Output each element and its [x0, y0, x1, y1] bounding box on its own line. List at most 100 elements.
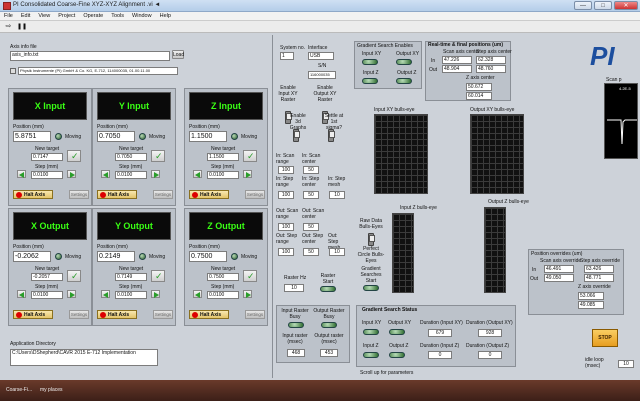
gse-output-xy-toggle[interactable] — [396, 59, 412, 65]
menu-file[interactable]: File — [0, 12, 17, 19]
step-left-arrow-icon[interactable] — [193, 290, 202, 298]
step-left-arrow-icon[interactable] — [101, 290, 110, 298]
out-step-range-field[interactable]: 100 — [278, 248, 294, 256]
dur-output-xy-label: Duration (Output XY) — [466, 320, 513, 326]
settings-button[interactable]: Settings — [69, 190, 89, 199]
step-right-arrow-icon[interactable] — [67, 290, 76, 298]
out-scan-center-field[interactable]: 50 — [303, 223, 319, 231]
idle-loop-field[interactable]: 10 — [618, 360, 634, 368]
step-field[interactable]: 0.0100 — [115, 171, 147, 179]
out-step-mesh-field[interactable]: 10 — [329, 248, 345, 256]
new-target-field[interactable]: 1.1500 — [207, 153, 239, 161]
step-field[interactable]: 0.0100 — [31, 171, 63, 179]
ov-scan-label: Scan axis override — [540, 258, 582, 264]
step-left-arrow-icon[interactable] — [101, 170, 110, 178]
ov-in-scan-field[interactable]: 46.491 — [544, 265, 574, 273]
maximize-button[interactable]: □ — [594, 1, 612, 10]
go-to-target-check-icon[interactable] — [243, 150, 257, 162]
dur-input-xy-label: Duration (Input XY) — [420, 320, 463, 326]
raster-hz-field[interactable]: 10 — [284, 284, 304, 292]
in-step-center-field[interactable]: 50 — [303, 191, 319, 199]
ov-out-scan-field[interactable]: 49.050 — [544, 274, 574, 282]
menu-project[interactable]: Project — [54, 12, 79, 19]
halt-axis-button[interactable]: Halt Axis — [13, 310, 53, 319]
menu-help[interactable]: Help — [156, 12, 175, 19]
gradient-start-button[interactable] — [363, 285, 379, 291]
raster-start-button[interactable] — [320, 286, 336, 292]
axis-info-path[interactable]: axis_info.txt — [10, 51, 170, 61]
input-xy-bullseye-label: Input XY bulls-eye — [374, 107, 415, 113]
graphs-toggle[interactable] — [293, 129, 300, 142]
run-arrow-icon[interactable]: ⇨ — [4, 23, 13, 31]
step-left-arrow-icon[interactable] — [193, 170, 202, 178]
step-field[interactable]: 0.0100 — [31, 291, 63, 299]
step-right-arrow-icon[interactable] — [67, 170, 76, 178]
halt-axis-button[interactable]: Halt Axis — [189, 190, 229, 199]
new-target-field[interactable]: 0.7500 — [207, 273, 239, 281]
settings-button[interactable]: Settings — [153, 190, 173, 199]
in-step-mesh-field[interactable]: 10 — [329, 191, 345, 199]
gse-input-z-toggle[interactable] — [362, 78, 378, 84]
go-to-target-check-icon[interactable] — [243, 270, 257, 282]
raw-perfect-toggle[interactable] — [368, 233, 375, 246]
dur-output-xy-field: 928 — [478, 329, 502, 337]
settings-button[interactable]: Settings — [69, 310, 89, 319]
step-right-arrow-icon[interactable] — [243, 290, 252, 298]
load-file-button[interactable]: Load — [172, 50, 184, 59]
in-step-range-field[interactable]: 100 — [278, 191, 294, 199]
menu-tools[interactable]: Tools — [107, 12, 128, 19]
gse-output-z-toggle[interactable] — [396, 78, 412, 84]
ov-in-step-field[interactable]: 63.426 — [584, 265, 614, 273]
axis-pane-z-output: Z Output Position (mm) 0.7500 Moving New… — [184, 208, 268, 326]
menu-view[interactable]: View — [34, 12, 54, 19]
step-right-arrow-icon[interactable] — [243, 170, 252, 178]
step-left-arrow-icon[interactable] — [17, 170, 26, 178]
raster-hz-label: Raster Hz — [284, 275, 307, 281]
halt-axis-button[interactable]: Halt Axis — [97, 190, 137, 199]
menu-edit[interactable]: Edit — [17, 12, 34, 19]
pause-icon[interactable]: ❚❚ — [17, 23, 27, 31]
halt-axis-button[interactable]: Halt Axis — [97, 310, 137, 319]
go-to-target-check-icon[interactable] — [67, 150, 81, 162]
stop-button[interactable]: STOP — [592, 329, 618, 347]
step-right-arrow-icon[interactable] — [151, 290, 160, 298]
go-to-target-check-icon[interactable] — [151, 270, 165, 282]
new-target-field[interactable]: 0.7149 — [115, 273, 147, 281]
taskbar-app[interactable]: Coarse-Fi... — [6, 387, 32, 393]
go-to-target-check-icon[interactable] — [67, 270, 81, 282]
settings-button[interactable]: Settings — [245, 190, 265, 199]
gse-input-xy-toggle[interactable] — [362, 59, 378, 65]
new-target-field[interactable]: 0.7147 — [31, 153, 63, 161]
interface-field[interactable]: USB — [308, 52, 334, 60]
settings-button[interactable]: Settings — [153, 310, 173, 319]
step-label: Step (mm) — [35, 164, 59, 170]
halt-axis-button[interactable]: Halt Axis — [189, 310, 229, 319]
ov-out-step-field[interactable]: 48.771 — [584, 274, 614, 282]
new-target-field[interactable]: -0.2057 — [31, 273, 63, 281]
in-scan-center-field[interactable]: 50 — [303, 166, 319, 174]
step-field[interactable]: 0.0100 — [207, 171, 239, 179]
ov-z-out-field[interactable]: 49.085 — [578, 301, 604, 309]
settle-toggle[interactable] — [328, 129, 335, 142]
close-button[interactable]: ✕ — [614, 1, 638, 10]
menu-window[interactable]: Window — [128, 12, 156, 19]
new-target-field[interactable]: 0.7050 — [115, 153, 147, 161]
menu-operate[interactable]: Operate — [79, 12, 107, 19]
go-to-target-check-icon[interactable] — [151, 150, 165, 162]
settings-button[interactable]: Settings — [245, 310, 265, 319]
in-scan-range-field[interactable]: 100 — [278, 166, 294, 174]
step-field[interactable]: 0.0100 — [207, 291, 239, 299]
app-dir-field[interactable]: C:\Users\DShepherd\CAVR 2015 E-712 Imple… — [10, 349, 158, 366]
in-step-center-label: In: Step center — [302, 176, 320, 188]
taskbar-tab[interactable]: my places — [40, 387, 63, 393]
step-right-arrow-icon[interactable] — [151, 170, 160, 178]
minimize-button[interactable]: — — [574, 1, 592, 10]
ov-z-in-field[interactable]: 53.066 — [578, 292, 604, 300]
scan-profile-trace — [607, 119, 637, 145]
system-no-field[interactable]: 1 — [280, 52, 294, 60]
halt-axis-button[interactable]: Halt Axis — [13, 190, 53, 199]
out-step-center-field[interactable]: 50 — [303, 248, 319, 256]
step-left-arrow-icon[interactable] — [17, 290, 26, 298]
out-scan-range-field[interactable]: 100 — [278, 223, 294, 231]
step-field[interactable]: 0.0100 — [115, 291, 147, 299]
